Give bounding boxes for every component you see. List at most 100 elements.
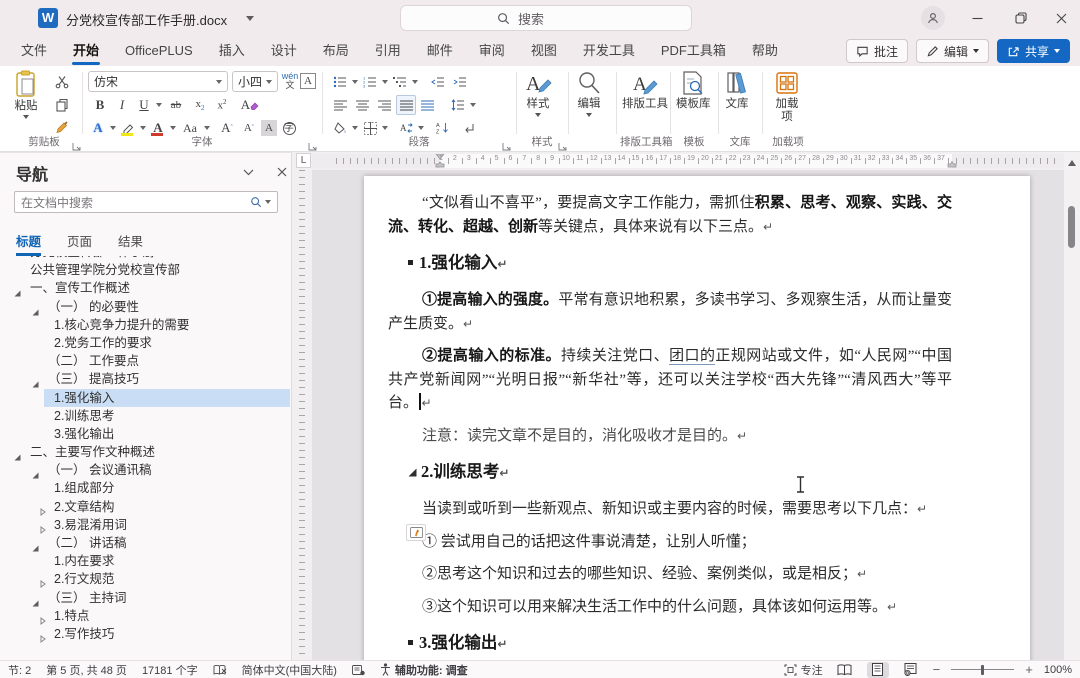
align-left-button[interactable]: [330, 95, 350, 115]
decrease-indent-button[interactable]: [428, 72, 448, 92]
nav-tree-item[interactable]: 一、宣传工作概述: [0, 279, 290, 297]
font-dialog-launcher[interactable]: [308, 138, 318, 148]
ribbon-tab[interactable]: 审阅: [466, 36, 518, 66]
accessibility-status[interactable]: 辅助功能: 调查: [380, 662, 468, 678]
italic-button[interactable]: I: [112, 95, 132, 115]
document-paragraph[interactable]: ③这个知识可以用来解决生活工作中的什么问题，具体该如何运用等。↵: [388, 596, 952, 620]
heading-collapse-triangle-icon[interactable]: [408, 461, 417, 483]
nav-tree-item[interactable]: 3.强化输出: [0, 425, 290, 443]
nav-tree-item[interactable]: 1.组成部分: [0, 479, 290, 497]
align-right-button[interactable]: [374, 95, 394, 115]
zoom-out-button[interactable]: −: [933, 662, 941, 677]
section-indicator[interactable]: 节: 2: [8, 662, 31, 678]
minimize-button[interactable]: [962, 4, 992, 32]
font-name-combo[interactable]: 仿宋: [88, 71, 228, 92]
document-page[interactable]: “文似看山不喜平”，要提高文字工作能力，需抓住积累、思考、观察、实践、交流、转化…: [364, 176, 1030, 660]
zoom-in-button[interactable]: +: [1025, 662, 1033, 677]
ribbon-tab[interactable]: 引用: [362, 36, 414, 66]
web-layout-button[interactable]: [900, 662, 922, 678]
scrollbar-thumb[interactable]: [1068, 206, 1075, 248]
bullets-button[interactable]: [330, 72, 350, 92]
navigation-tab[interactable]: 结果: [118, 231, 143, 256]
ribbon-tab[interactable]: 插入: [206, 36, 258, 66]
nav-tree-item[interactable]: 2.党务工作的要求: [0, 334, 290, 352]
align-center-button[interactable]: [352, 95, 372, 115]
nav-tree-item[interactable]: 2.写作技巧: [0, 625, 290, 643]
document-paragraph[interactable]: 注意：读完文章不是目的，消化吸收才是目的。↵: [388, 425, 952, 449]
nav-tree-item[interactable]: 2.行文规范: [0, 570, 290, 588]
ribbon-tab[interactable]: 开发工具: [570, 36, 648, 66]
nav-tree-item[interactable]: 1.内在要求: [0, 552, 290, 570]
ribbon-tab[interactable]: 布局: [310, 36, 362, 66]
scroll-up-arrow-icon[interactable]: [1068, 160, 1076, 166]
page-indicator[interactable]: 第 5 页, 共 48 页: [46, 662, 127, 678]
zoom-level[interactable]: 100%: [1044, 664, 1072, 676]
distribute-button[interactable]: [418, 95, 438, 115]
word-count[interactable]: 17181 个字: [142, 662, 198, 678]
nav-tree-item[interactable]: （一） 的必要性: [0, 298, 290, 316]
navigation-close-button[interactable]: [272, 163, 292, 181]
nav-tree-item[interactable]: （三） 提高技巧: [0, 370, 290, 388]
tab-selector[interactable]: L: [296, 153, 311, 168]
nav-tree-item[interactable]: 二、主要写作文种概述: [0, 443, 290, 461]
nav-tree-item[interactable]: 3.易混淆用词: [0, 516, 290, 534]
styles-dialog-launcher[interactable]: [558, 138, 568, 148]
addins-button[interactable]: 加载项: [772, 70, 802, 124]
ribbon-tab[interactable]: PDF工具箱: [648, 36, 739, 66]
document-paragraph[interactable]: ① 尝试用自己的话把这件事说清楚，让别人听懂；: [388, 531, 952, 555]
navigation-tab[interactable]: 页面: [67, 231, 92, 256]
phonetic-guide-button[interactable]: wén文: [280, 71, 300, 91]
titlebar-search-box[interactable]: 搜索: [400, 5, 692, 31]
language-indicator[interactable]: 简体中文(中国大陆): [242, 662, 337, 678]
ribbon-tab[interactable]: 设计: [258, 36, 310, 66]
clipboard-dialog-launcher[interactable]: [72, 138, 82, 148]
restore-button[interactable]: [1006, 4, 1036, 32]
horizontal-ruler[interactable]: 1234567891011121314151617181920212223242…: [312, 154, 1064, 168]
document-paragraph[interactable]: ②思考这个知识和过去的哪些知识、经验、案例类似，或是相反；↵: [388, 563, 952, 587]
comments-button[interactable]: 批注: [846, 39, 908, 63]
ribbon-tab[interactable]: 开始: [60, 36, 112, 66]
nav-tree-item[interactable]: （三） 主持词: [0, 589, 290, 607]
strikethrough-button[interactable]: ab: [164, 95, 188, 115]
nav-tree-item[interactable]: 1.强化输入: [0, 389, 290, 407]
document-paragraph[interactable]: ②提高输入的标准。持续关注党口、团口的正规网站或文件，如“人民网”“中国共产党新…: [388, 345, 952, 416]
macro-recording[interactable]: [352, 664, 365, 676]
print-layout-button[interactable]: [867, 662, 889, 678]
close-button[interactable]: [1046, 4, 1076, 32]
template-library-button[interactable]: 模板库: [676, 70, 711, 111]
font-size-combo[interactable]: 小四: [232, 71, 278, 92]
nav-tree-item[interactable]: （二） 工作要点: [0, 352, 290, 370]
navigation-tab[interactable]: 标题: [16, 231, 41, 256]
styles-button[interactable]: A 样式: [524, 70, 552, 117]
document-heading[interactable]: 2.训练思考↵: [408, 461, 952, 484]
nav-tree-item[interactable]: （一） 会议通讯稿: [0, 461, 290, 479]
ribbon-tab[interactable]: 文件: [8, 36, 60, 66]
read-mode-button[interactable]: [834, 662, 856, 678]
focus-mode-button[interactable]: 专注: [784, 662, 823, 678]
navigation-options-button[interactable]: [238, 163, 258, 181]
document-paragraph[interactable]: “文似看山不喜平”，要提高文字工作能力，需抓住积累、思考、观察、实践、交流、转化…: [388, 192, 952, 239]
increase-indent-button[interactable]: [450, 72, 470, 92]
document-heading[interactable]: 3.强化输出↵: [408, 632, 952, 655]
document-heading[interactable]: 1.强化输入↵: [408, 252, 952, 275]
subscript-button[interactable]: x2: [190, 95, 210, 115]
justify-button[interactable]: [396, 95, 416, 115]
paste-button[interactable]: 粘贴: [14, 70, 38, 119]
paragraph-dialog-launcher[interactable]: [502, 138, 512, 148]
numbering-button[interactable]: 123: [360, 72, 380, 92]
nav-tree-item[interactable]: 2.训练思考: [0, 407, 290, 425]
ribbon-tab[interactable]: OfficePLUS: [112, 36, 206, 66]
expand-arrow-icon[interactable]: [40, 630, 46, 648]
share-button[interactable]: 共享: [997, 39, 1070, 63]
cut-button[interactable]: [52, 72, 72, 92]
character-border-button[interactable]: A: [300, 73, 316, 89]
document-paragraph[interactable]: 当读到或听到一些新观点、新知识或主要内容的时候，需要思考以下几点：↵: [388, 498, 952, 522]
ribbon-tab[interactable]: 视图: [518, 36, 570, 66]
edit-find-button[interactable]: 编辑: [576, 70, 602, 117]
account-avatar[interactable]: [921, 6, 945, 30]
navigation-search-box[interactable]: 在文档中搜索: [14, 191, 278, 213]
ribbon-tab[interactable]: 邮件: [414, 36, 466, 66]
underline-button[interactable]: U: [134, 95, 154, 115]
document-paragraph[interactable]: ①提高输入的强度。平常有意识地积累，多读书学习、多观察生活，从而让量变产生质变。…: [388, 289, 952, 336]
nav-tree-item[interactable]: 1.核心竞争力提升的需要: [0, 316, 290, 334]
